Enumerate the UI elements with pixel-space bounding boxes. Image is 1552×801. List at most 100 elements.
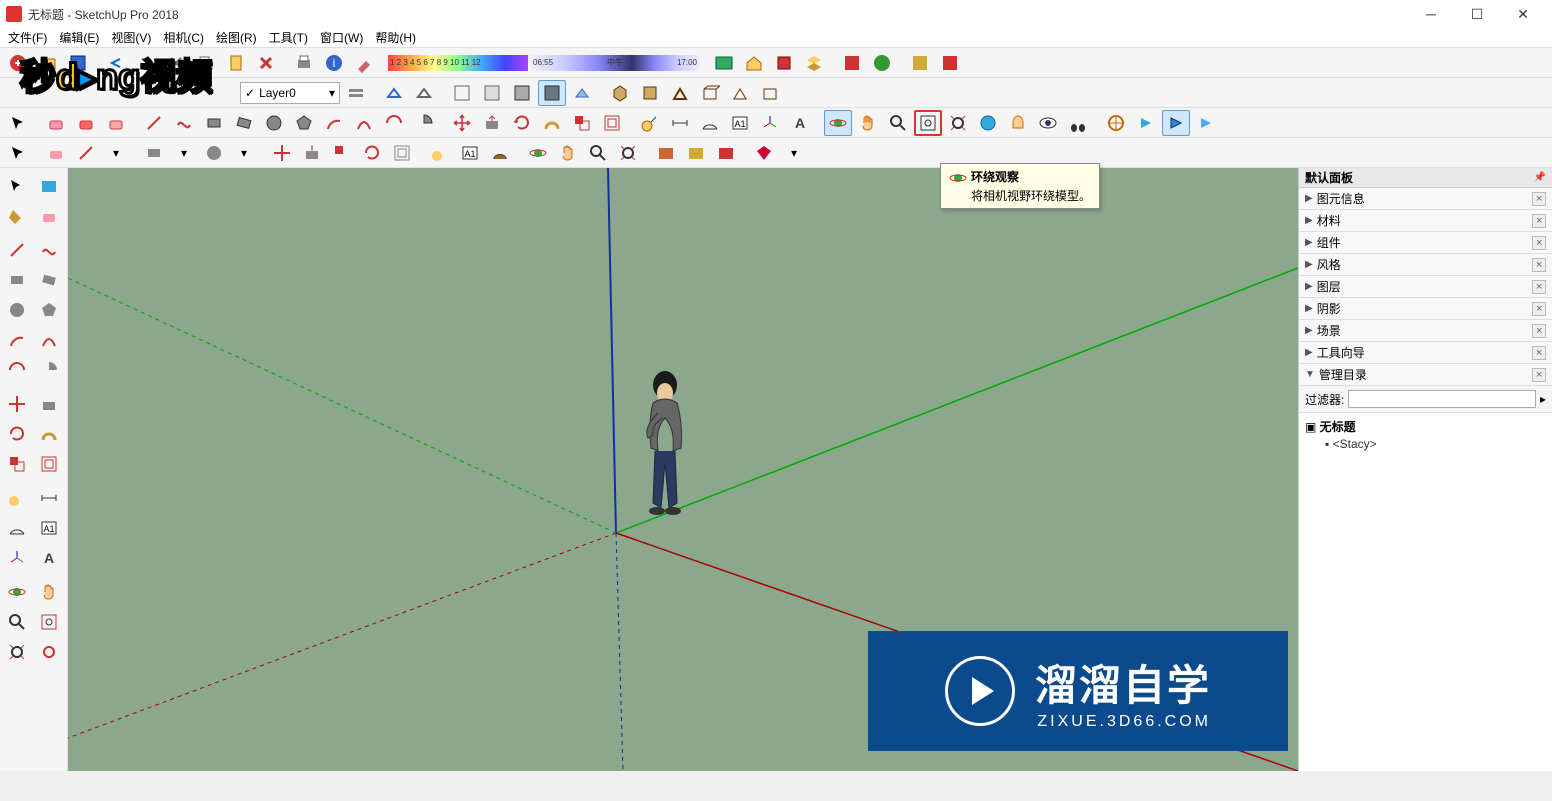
lt-followme-icon[interactable] (34, 420, 64, 448)
layer-selector[interactable]: ✓ Layer0 ▾ (240, 82, 340, 104)
eraser-2-icon[interactable] (42, 140, 70, 166)
drop-3-icon[interactable]: ▾ (170, 140, 198, 166)
lt-pushpull-icon[interactable] (34, 390, 64, 418)
extension-icon[interactable] (770, 50, 798, 76)
close-icon[interactable]: × (1532, 368, 1546, 382)
protractor-icon[interactable] (696, 110, 724, 136)
section-display-icon[interactable] (1132, 110, 1160, 136)
pencil-2-icon[interactable] (72, 140, 100, 166)
xray-icon[interactable] (568, 80, 596, 106)
previous-view-icon[interactable] (974, 110, 1002, 136)
lt-move-icon[interactable] (2, 390, 32, 418)
pan-tool-icon[interactable] (854, 110, 882, 136)
lt-text-icon[interactable]: A1 (34, 514, 64, 542)
lt-rect-icon[interactable] (2, 266, 32, 294)
lt-polygon-icon[interactable] (34, 296, 64, 324)
plugin-4-icon[interactable] (936, 50, 964, 76)
offset-tool-icon[interactable] (598, 110, 626, 136)
lt-3dtext-icon[interactable]: A (34, 544, 64, 572)
outliner-child[interactable]: ▪ <Stacy> (1325, 436, 1546, 452)
close-icon[interactable]: × (1532, 214, 1546, 228)
walk-tool-icon[interactable] (1064, 110, 1092, 136)
layer-manager-icon[interactable] (342, 80, 370, 106)
lt-tape-icon[interactable] (2, 484, 32, 512)
text-tool-icon[interactable]: A1 (726, 110, 754, 136)
lt-arc3-icon[interactable] (2, 356, 32, 384)
pan-2-icon[interactable] (554, 140, 582, 166)
look-around-icon[interactable] (1034, 110, 1062, 136)
scale-2-icon[interactable] (328, 140, 356, 166)
3dtext-tool-icon[interactable]: A (786, 110, 814, 136)
panel-entity-info[interactable]: ▶图元信息× (1299, 188, 1552, 210)
plugin-3-icon[interactable] (906, 50, 934, 76)
lt-protractor-icon[interactable] (2, 514, 32, 542)
arc-tool-icon[interactable] (320, 110, 348, 136)
lt-paint-icon[interactable] (2, 202, 32, 230)
orbit-tool-icon[interactable] (824, 110, 852, 136)
drop-2-icon[interactable]: ▾ (102, 140, 130, 166)
rectangle-tool-icon[interactable] (200, 110, 228, 136)
paste-icon[interactable] (222, 50, 250, 76)
ext-warehouse-icon[interactable] (712, 140, 740, 166)
zoom-tool-icon[interactable] (884, 110, 912, 136)
arc-2-icon[interactable] (350, 110, 378, 136)
maximize-button[interactable]: ☐ (1454, 0, 1500, 28)
menu-view[interactable]: 视图(V) (105, 27, 157, 48)
menu-draw[interactable]: 绘图(R) (210, 27, 263, 48)
zoom-2-icon[interactable] (584, 140, 612, 166)
lt-dim-icon[interactable] (34, 484, 64, 512)
move-tool-icon[interactable] (448, 110, 476, 136)
zoom-extents-icon[interactable] (944, 110, 972, 136)
filter-options-icon[interactable]: ▸ (1540, 392, 1546, 406)
erase-3-icon[interactable] (102, 110, 130, 136)
warehouse-3-icon[interactable] (682, 140, 710, 166)
viewport[interactable]: 溜溜自学 ZIXUE.3D66.COM (68, 168, 1298, 771)
menu-edit[interactable]: 编辑(E) (53, 27, 105, 48)
warehouse-icon[interactable] (740, 50, 768, 76)
freehand-tool-icon[interactable] (170, 110, 198, 136)
panel-pin-icon[interactable]: 📌 (1534, 172, 1546, 183)
close-icon[interactable]: × (1532, 192, 1546, 206)
front-view-icon[interactable] (666, 80, 694, 106)
pie-tool-icon[interactable] (410, 110, 438, 136)
menu-camera[interactable]: 相机(C) (157, 27, 210, 48)
lt-zoom-icon[interactable] (2, 608, 32, 636)
paint-2-icon[interactable] (486, 140, 514, 166)
close-button[interactable]: ✕ (1500, 0, 1546, 28)
lt-arc-icon[interactable] (2, 326, 32, 354)
drop-4-icon[interactable]: ▾ (230, 140, 258, 166)
lt-prev-icon[interactable] (34, 638, 64, 666)
plugin-2-icon[interactable] (868, 50, 896, 76)
dimension-tool-icon[interactable] (666, 110, 694, 136)
rect-2-icon[interactable] (140, 140, 168, 166)
panel-outliner[interactable]: ▼管理目录× (1299, 364, 1552, 386)
lt-rotate-icon[interactable] (2, 420, 32, 448)
panel-layers[interactable]: ▶图层× (1299, 276, 1552, 298)
close-icon[interactable]: × (1532, 236, 1546, 250)
erase-2-icon[interactable] (72, 110, 100, 136)
print-icon[interactable] (290, 50, 318, 76)
iso-view-icon[interactable] (606, 80, 634, 106)
section-plane-icon[interactable] (1102, 110, 1130, 136)
select-tool-2-icon[interactable] (4, 140, 32, 166)
section-fill-icon[interactable] (1192, 110, 1220, 136)
scale-tool-icon[interactable] (568, 110, 596, 136)
layers-icon[interactable] (800, 50, 828, 76)
shaded-icon[interactable] (478, 80, 506, 106)
warehouse-2-icon[interactable] (652, 140, 680, 166)
filter-input[interactable] (1348, 390, 1536, 408)
paint-icon[interactable] (350, 50, 378, 76)
section-cut-icon[interactable] (1162, 110, 1190, 136)
lt-component-icon[interactable] (34, 172, 64, 200)
panel-instructor[interactable]: ▶工具向导× (1299, 342, 1552, 364)
menu-tools[interactable]: 工具(T) (263, 27, 314, 48)
drop-5-icon[interactable]: ▾ (780, 140, 808, 166)
lt-zoomwin-icon[interactable] (34, 608, 64, 636)
panel-header[interactable]: 默认面板 📌 (1299, 168, 1552, 188)
back-view-icon[interactable] (726, 80, 754, 106)
follow-me-icon[interactable] (538, 110, 566, 136)
lt-eraser-icon[interactable] (34, 202, 64, 230)
axes-tool-icon[interactable] (756, 110, 784, 136)
zoom-window-icon[interactable] (914, 110, 942, 136)
ruby-icon[interactable] (750, 140, 778, 166)
